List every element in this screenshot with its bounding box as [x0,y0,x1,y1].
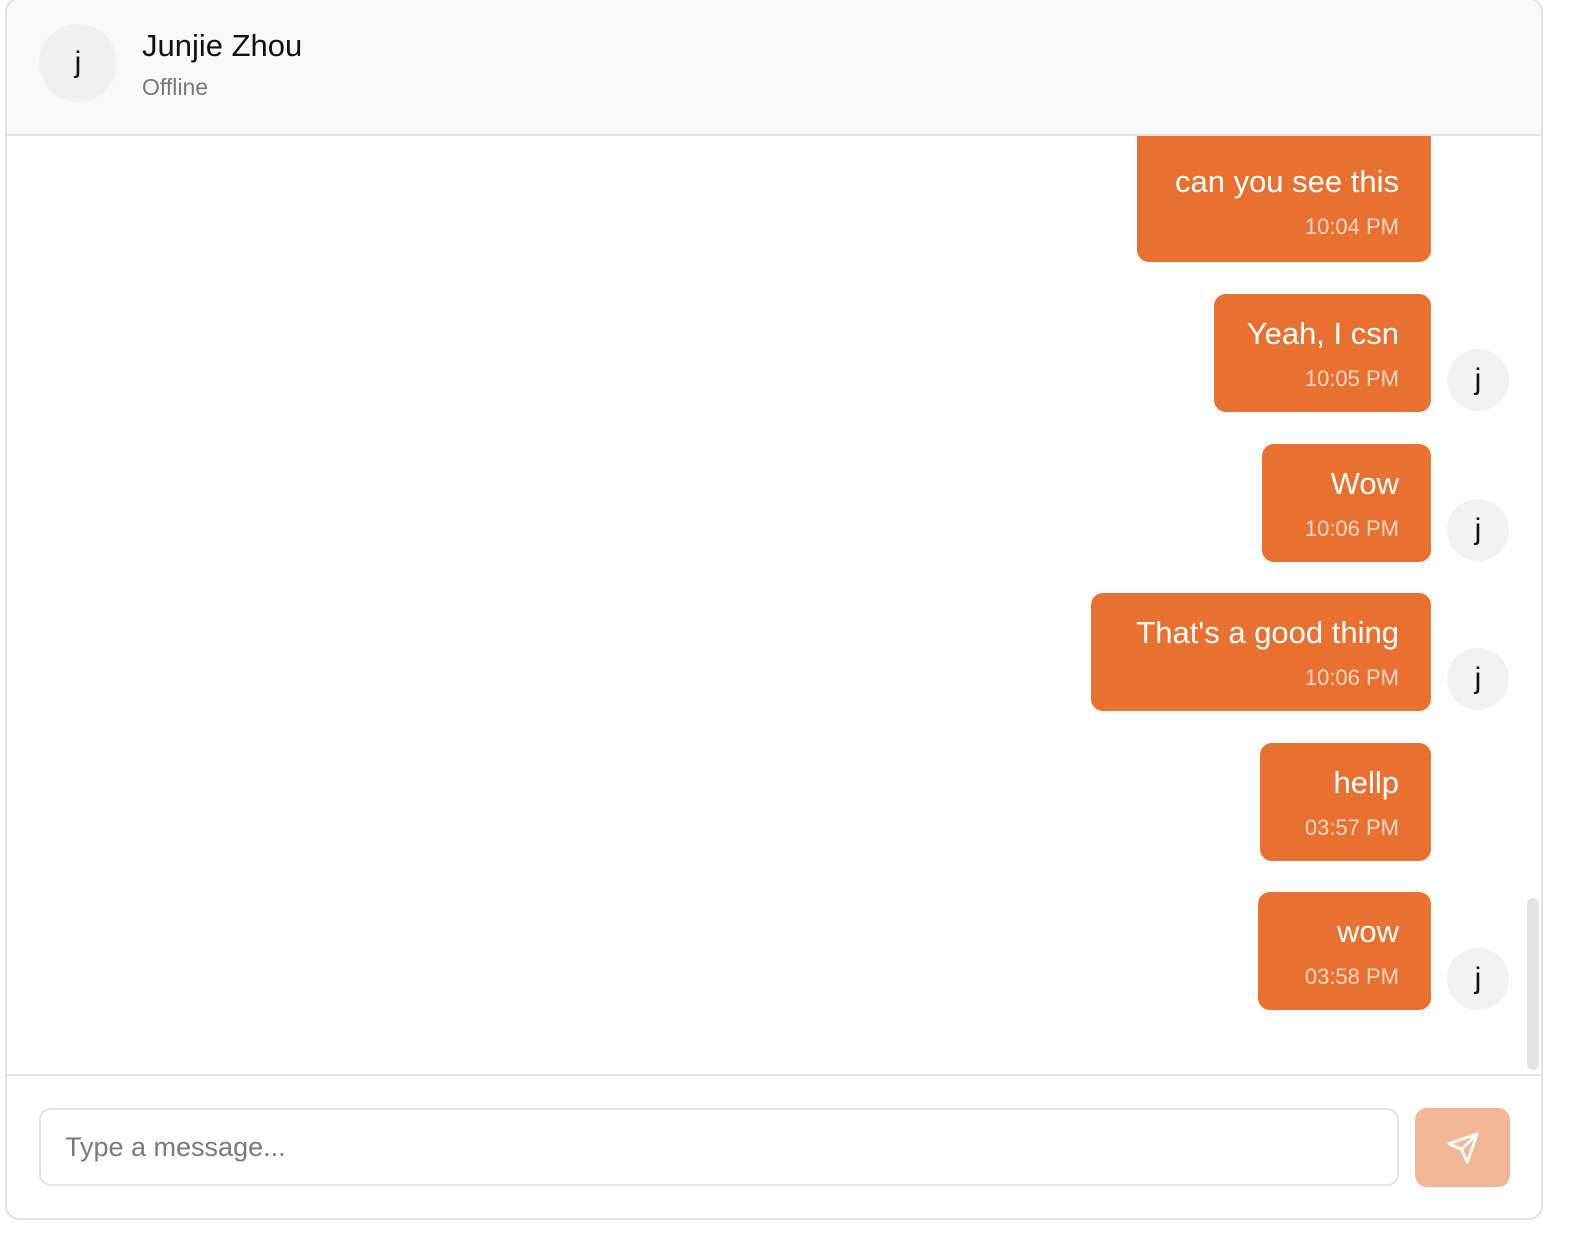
message-bubble: Yeah, I csn 10:05 PM [1214,294,1431,412]
contact-name: Junjie Zhou [142,28,303,63]
message-bubble: Wow 10:06 PM [1262,444,1431,562]
message-time: 10:04 PM [1304,214,1399,239]
message-text: wow [1336,914,1399,949]
message-text: can you see this [1174,164,1399,199]
chat-window: j Junjie Zhou Offline can you see this 1… [5,0,1543,1220]
message-time: 10:06 PM [1304,516,1399,541]
sender-avatar: j [1447,948,1509,1010]
message-text: That's a good thing [1136,615,1399,650]
message-time: 03:57 PM [1304,815,1399,840]
sender-avatar: j [1447,648,1509,710]
message-text: hellp [1333,765,1400,800]
message-bubble: hellp 03:57 PM [1260,743,1431,861]
composer [7,1074,1541,1218]
contact-status: Offline [142,74,209,100]
chat-header: j Junjie Zhou Offline [7,0,1541,136]
message-bubble: That's a good thing 10:06 PM [1091,593,1431,711]
message-text: Wow [1330,466,1399,501]
send-icon [1446,1131,1479,1164]
message-time: 03:58 PM [1304,964,1399,989]
message-bubble: can you see this 10:04 PM [1137,136,1431,262]
message-time: 10:06 PM [1304,665,1399,690]
scrollbar-thumb[interactable] [1527,898,1539,1070]
contact-avatar[interactable]: j [39,24,117,102]
sender-avatar: j [1447,349,1509,411]
message-input[interactable] [39,1108,1399,1186]
sender-avatar: j [1447,499,1509,561]
message-time: 10:05 PM [1304,366,1399,391]
message-text: Yeah, I csn [1246,316,1399,351]
send-button[interactable] [1415,1108,1510,1187]
message-list[interactable]: can you see this 10:04 PM Yeah, I csn 10… [7,136,1541,1074]
message-bubble: wow 03:58 PM [1258,892,1431,1010]
